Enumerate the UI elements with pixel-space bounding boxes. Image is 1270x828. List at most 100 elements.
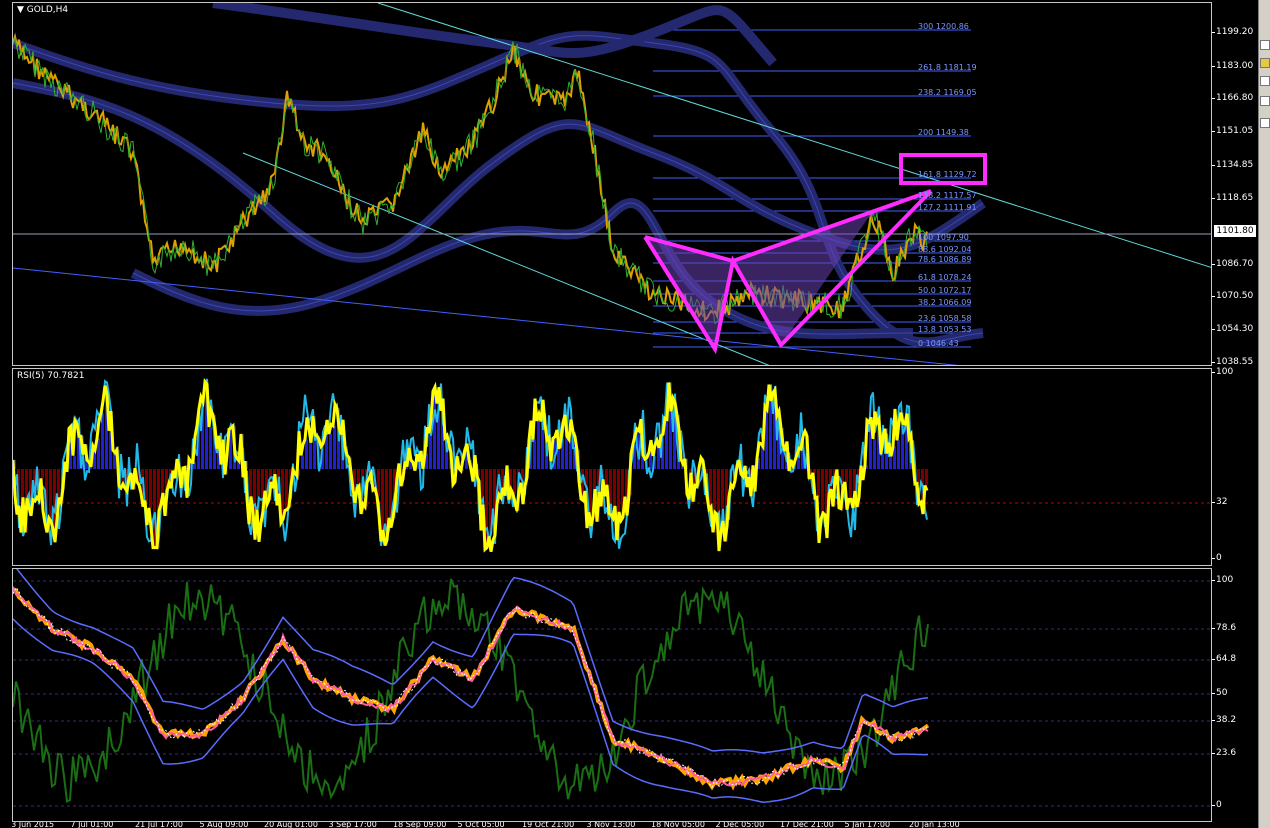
oscillator-tick: 64.8 [1211, 654, 1237, 664]
price-scale[interactable]: 1199.20 1183.00 1166.80 1151.05 1134.85 1118.… [1211, 2, 1258, 367]
rsi-histogram-bar [285, 469, 288, 511]
rsi-histogram-bar [209, 427, 212, 469]
rsi-canvas[interactable] [13, 369, 1212, 566]
chart-title: ▼ GOLD,H4 [17, 5, 69, 15]
oscillator-tick: 23.6 [1211, 748, 1237, 758]
rsi-tick: 100 [1211, 367, 1234, 377]
time-label: 5 Oct 05:00 [457, 822, 505, 828]
fib-level-label: 300 1200.86 [918, 22, 969, 31]
fib-level-label: 78.6 1086.89 [918, 255, 972, 264]
fib-level-label: 238.2 1169.05 [918, 88, 977, 97]
rsi-histogram-bar [813, 469, 816, 473]
fib-level-label: 261.8 1181.19 [918, 63, 977, 72]
time-label: 17 Dec 21:00 [780, 822, 834, 828]
rsi-tick: 0 [1212, 553, 1222, 563]
rsi-histogram-bar [333, 425, 336, 469]
time-label: 21 Jul 17:00 [135, 822, 183, 828]
rsi-histogram-bar [717, 469, 720, 515]
time-label: 18 Sep 09:00 [393, 822, 447, 828]
price-tick: 1183.00 [1211, 61, 1254, 71]
oscillator-canvas[interactable] [13, 569, 1212, 822]
fib-level-label: 38.2 1066.09 [918, 298, 972, 307]
fib-level-label: 61.8 1078.24 [918, 273, 972, 282]
oscillator-scale[interactable]: 100 78.6 64.8 50 38.2 23.6 0 [1211, 568, 1258, 822]
price-chart-canvas[interactable] [13, 3, 1212, 366]
toolbar-icon-1[interactable] [1260, 40, 1270, 50]
rsi-histogram-bar [429, 433, 432, 469]
time-label: 20 Aug 01:00 [264, 822, 318, 828]
trendline-blue [13, 267, 959, 365]
time-label: 23 Jun 2015 [12, 822, 55, 828]
oscillator-upper-band [15, 569, 929, 754]
oscillator-tick: 100 [1211, 575, 1234, 585]
fib-level-label: 50.0 1072.17 [918, 286, 972, 295]
fib-level-label: 127.2 1111.91 [918, 203, 977, 212]
fib-level-label: 88.6 1092.04 [918, 245, 972, 254]
rsi-histogram-bar [849, 469, 852, 500]
fib-level-label: 0 1046.43 [918, 339, 959, 348]
time-label: 2 Dec 05:00 [715, 822, 765, 828]
rsi-pane[interactable]: RSI(5) 70.7821 [12, 368, 1212, 566]
fib-level-label: 23.6 1058.58 [918, 314, 972, 323]
toolbar-icon-2[interactable] [1260, 58, 1270, 68]
rsi-histogram-bar [149, 469, 152, 508]
time-label: 18 Nov 05:00 [651, 822, 705, 828]
rsi-histogram-bar [325, 435, 328, 469]
oscillator-tick: 50 [1211, 688, 1228, 698]
right-toolbar [1258, 0, 1270, 828]
rsi-scale[interactable]: 100 32 0 [1211, 367, 1258, 566]
rsi-histogram-bar [569, 439, 572, 469]
current-price-box: 1101.80 [1214, 225, 1256, 237]
rsi-histogram-bar [41, 469, 44, 479]
price-tick: 1166.80 [1211, 93, 1254, 103]
fib-level-label: 100 1097.90 [918, 233, 969, 242]
fib-level-label: 138.2 1117.57 [918, 191, 977, 200]
time-label: 3 Nov 13:00 [586, 822, 636, 828]
rsi-tick: 32 [1211, 497, 1228, 507]
price-tick: 1134.85 [1211, 160, 1254, 170]
rsi-histogram-bar [533, 439, 536, 469]
price-tick: 1086.70 [1211, 259, 1254, 269]
rsi-histogram-bar [513, 469, 516, 495]
toolbar-icon-3[interactable] [1260, 76, 1270, 86]
fib-level-label: 161.8 1129.72 [918, 170, 977, 179]
time-label: 5 Jan 17:00 [844, 822, 891, 828]
rsi-histogram-bar [925, 469, 928, 486]
oscillator-pane[interactable] [12, 568, 1212, 822]
price-tick: 1070.50 [1211, 291, 1254, 301]
rsi-histogram-bar [897, 440, 900, 469]
price-tick: 1054.30 [1211, 324, 1254, 334]
time-label: 20 Jan 13:00 [909, 822, 960, 828]
rsi-histogram-bar [49, 469, 52, 519]
rsi-histogram-bar [881, 454, 884, 469]
price-tick: 1118.65 [1211, 193, 1254, 203]
oscillator-tick: 0 [1212, 800, 1222, 810]
oscillator-tick: 78.6 [1211, 623, 1237, 633]
time-axis[interactable]: 23 Jun 2015 7 Jul 01:00 21 Jul 17:00 5 Aug … [12, 822, 1212, 828]
time-label: 5 Aug 09:00 [199, 822, 249, 828]
toolbar-icon-4[interactable] [1260, 96, 1270, 106]
rsi-histogram-bar [873, 438, 876, 469]
main-chart-pane[interactable]: ▼ GOLD,H4 300 1200.86 261.8 1181.19 238.2 … [12, 2, 1212, 366]
time-label: 7 Jul 01:00 [70, 822, 114, 828]
fib-level-label: 13.8 1053.53 [918, 325, 972, 334]
rsi-histogram-bar [301, 455, 304, 469]
price-tick: 1151.05 [1211, 126, 1254, 136]
rsi-histogram-bar [845, 469, 848, 483]
oscillator-tick: 38.2 [1211, 715, 1237, 725]
rsi-histogram-bar [537, 420, 540, 469]
rsi-label: RSI(5) 70.7821 [17, 371, 85, 381]
rsi-histogram-bar [305, 439, 308, 469]
rsi-histogram-bar [817, 469, 820, 498]
rsi-histogram-bar [329, 433, 332, 469]
symbol-label: GOLD,H4 [26, 5, 69, 15]
toolbar-icon-5[interactable] [1260, 118, 1270, 128]
price-tick: 1199.20 [1211, 27, 1254, 37]
rsi-histogram-bar [917, 469, 920, 484]
rsi-histogram-bar [73, 455, 76, 469]
rsi-histogram-bar [145, 469, 148, 501]
rsi-histogram-bar [589, 469, 592, 513]
fib-level-label: 200 1149.38 [918, 128, 969, 137]
rsi-line [13, 377, 929, 553]
time-label: 19 Oct 21:00 [522, 822, 575, 828]
